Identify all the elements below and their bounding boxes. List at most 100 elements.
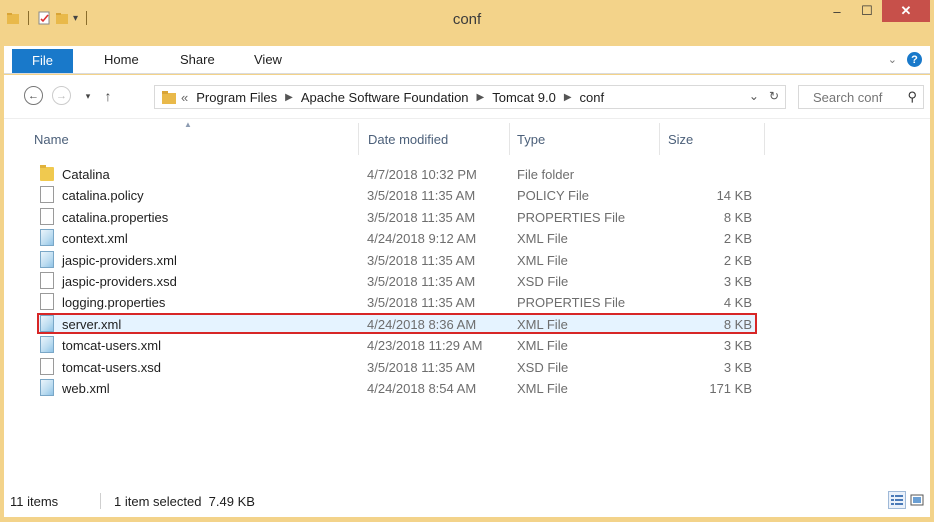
- xml-file-icon: [40, 378, 54, 396]
- address-controls: ⌄ ↻: [749, 89, 779, 103]
- file-name: jaspic-providers.xml: [62, 252, 177, 268]
- window-controls: – ☐ ✕: [822, 0, 930, 22]
- xml-file-icon: [40, 336, 54, 354]
- minimize-button[interactable]: –: [822, 0, 852, 22]
- file-date: 4/24/2018 8:36 AM: [367, 316, 477, 332]
- tab-view[interactable]: View: [240, 46, 296, 73]
- search-icon[interactable]: ⚲: [907, 89, 917, 105]
- file-row[interactable]: web.xml 4/24/2018 8:54 AM XML File 171 K…: [4, 377, 930, 398]
- file-row[interactable]: tomcat-users.xsd 3/5/2018 11:35 AM XSD F…: [4, 356, 930, 377]
- file-date: 4/7/2018 10:32 PM: [367, 167, 477, 182]
- file-row[interactable]: jaspic-providers.xsd 3/5/2018 11:35 AM X…: [4, 270, 930, 291]
- file-size: 8 KB: [723, 316, 752, 332]
- address-bar[interactable]: « Program Files ▶ Apache Software Founda…: [154, 85, 786, 109]
- sort-ascending-icon: ▲: [184, 120, 192, 129]
- xml-file-icon: [40, 229, 54, 247]
- file-row[interactable]: tomcat-users.xml 4/23/2018 11:29 AM XML …: [4, 334, 930, 355]
- tab-file[interactable]: File: [12, 49, 73, 73]
- file-date: 3/5/2018 11:35 AM: [367, 295, 476, 311]
- file-date: 3/5/2018 11:35 AM: [367, 359, 476, 375]
- file-date: 3/5/2018 11:35 AM: [367, 252, 476, 268]
- file-type: XML File: [517, 316, 568, 332]
- breadcrumb-conf[interactable]: conf: [576, 90, 609, 105]
- column-divider[interactable]: [659, 123, 660, 155]
- column-header-size[interactable]: Size: [668, 132, 693, 147]
- expand-ribbon-icon[interactable]: ⌄: [888, 53, 897, 66]
- file-name: logging.properties: [62, 295, 166, 311]
- file-date: 3/5/2018 11:35 AM: [367, 273, 476, 289]
- help-icon[interactable]: ?: [907, 52, 922, 67]
- file-icon: [40, 186, 54, 204]
- refresh-icon[interactable]: ↻: [769, 89, 779, 103]
- chevron-right-icon[interactable]: ▶: [281, 92, 297, 103]
- file-name: context.xml: [62, 231, 128, 247]
- breadcrumb-program-files[interactable]: Program Files: [192, 90, 281, 105]
- file-date: 4/24/2018 9:12 AM: [367, 231, 477, 247]
- chevron-right-icon[interactable]: ▶: [473, 92, 489, 103]
- file-row[interactable]: jaspic-providers.xml 3/5/2018 11:35 AM X…: [4, 249, 930, 270]
- xml-file-icon: [40, 314, 54, 332]
- column-header-date[interactable]: Date modified: [368, 132, 448, 147]
- folder-icon: [162, 91, 176, 104]
- ribbon-right-controls: ⌄ ?: [888, 52, 922, 67]
- file-name: jaspic-providers.xsd: [62, 273, 177, 289]
- file-date: 3/5/2018 11:35 AM: [367, 188, 476, 204]
- file-type: PROPERTIES File: [517, 209, 626, 225]
- search-input[interactable]: [799, 86, 899, 108]
- file-row[interactable]: catalina.properties 3/5/2018 11:35 AM PR…: [4, 206, 930, 227]
- column-divider[interactable]: [509, 123, 510, 155]
- breadcrumb-apache-software-foundation[interactable]: Apache Software Foundation: [297, 90, 473, 105]
- status-bar: 11 items 1 item selected 7.49 KB: [4, 485, 930, 517]
- tab-home[interactable]: Home: [90, 46, 153, 73]
- file-row[interactable]: catalina.policy 3/5/2018 11:35 AM POLICY…: [4, 184, 930, 205]
- file-type: XML File: [517, 338, 568, 354]
- file-name: catalina.policy: [62, 188, 144, 204]
- title-bar: ▾ conf – ☐ ✕: [0, 0, 934, 46]
- file-type: XSD File: [517, 359, 569, 375]
- up-button[interactable]: ↑: [98, 86, 118, 106]
- large-icons-view-icon[interactable]: [908, 491, 926, 509]
- address-dropdown-icon[interactable]: ⌄: [749, 89, 759, 103]
- ribbon-tabs: File Home Share View ⌄ ?: [4, 46, 930, 74]
- search-box[interactable]: ⚲: [798, 85, 924, 109]
- file-size: 3 KB: [723, 338, 752, 354]
- back-button[interactable]: ←: [24, 86, 43, 105]
- file-name: Catalina: [62, 167, 110, 182]
- file-list: Catalina 4/7/2018 10:32 PM File folder c…: [4, 163, 930, 398]
- column-divider[interactable]: [764, 123, 765, 155]
- maximize-button[interactable]: ☐: [852, 0, 882, 22]
- navigation-bar: ← → ▾ ↑ « Program Files ▶ Apache Softwar…: [4, 75, 930, 119]
- forward-button[interactable]: →: [52, 86, 71, 105]
- file-size: 2 KB: [723, 231, 752, 247]
- file-name: tomcat-users.xml: [62, 338, 161, 354]
- details-view-icon[interactable]: [888, 491, 906, 509]
- file-size: 2 KB: [723, 252, 752, 268]
- file-row[interactable]: Catalina 4/7/2018 10:32 PM File folder: [4, 163, 930, 184]
- file-row-selected[interactable]: server.xml 4/24/2018 8:36 AM XML File 8 …: [4, 312, 930, 334]
- file-size: 3 KB: [723, 359, 752, 375]
- breadcrumb-overflow[interactable]: «: [177, 90, 192, 105]
- file-date: 4/24/2018 8:54 AM: [367, 380, 477, 396]
- file-type: XML File: [517, 252, 568, 268]
- item-count: 11 items: [10, 494, 59, 509]
- file-row[interactable]: logging.properties 3/5/2018 11:35 AM PRO…: [4, 291, 930, 312]
- file-type: POLICY File: [517, 188, 590, 204]
- explorer-window: ▾ conf – ☐ ✕ File Home Share View ⌄ ? ← …: [0, 0, 934, 522]
- status-divider: [100, 493, 101, 509]
- column-header-type[interactable]: Type: [517, 132, 545, 147]
- chevron-right-icon[interactable]: ▶: [560, 92, 576, 103]
- file-type: PROPERTIES File: [517, 295, 626, 311]
- file-row[interactable]: context.xml 4/24/2018 9:12 AM XML File 2…: [4, 227, 930, 248]
- file-icon: [40, 271, 54, 289]
- file-type: XML File: [517, 380, 568, 396]
- file-date: 3/5/2018 11:35 AM: [367, 209, 476, 225]
- file-name: server.xml: [62, 316, 122, 332]
- window-title: conf: [452, 11, 482, 28]
- breadcrumb-tomcat[interactable]: Tomcat 9.0: [488, 90, 560, 105]
- column-header-name[interactable]: Name: [34, 132, 69, 147]
- column-divider[interactable]: [358, 123, 359, 155]
- close-button[interactable]: ✕: [882, 0, 930, 22]
- tab-share[interactable]: Share: [166, 46, 229, 73]
- recent-locations-icon[interactable]: ▾: [78, 86, 98, 106]
- file-type: File folder: [517, 167, 575, 182]
